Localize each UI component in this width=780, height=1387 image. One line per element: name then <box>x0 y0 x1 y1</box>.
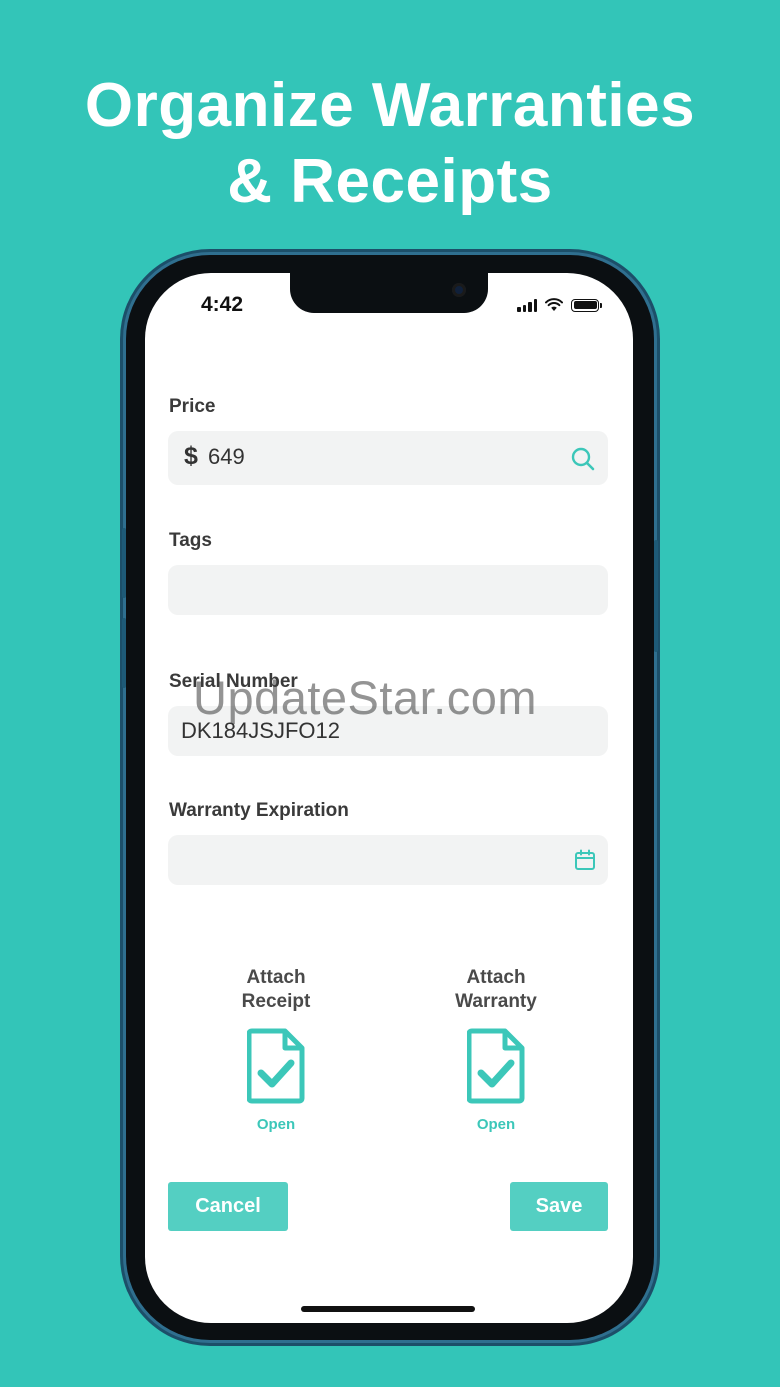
warranty-expiration-field[interactable] <box>168 835 608 885</box>
open-warranty-link[interactable]: Open <box>406 1116 586 1133</box>
headline-line-1: Organize Warranties <box>84 71 696 140</box>
tags-field[interactable] <box>168 565 608 615</box>
document-check-icon[interactable] <box>247 1028 305 1104</box>
price-field[interactable]: $ 649 <box>168 431 608 485</box>
attach-receipt-title-line2: Receipt <box>241 991 311 1012</box>
watermark: UpdateStar.com <box>193 671 538 724</box>
price-value[interactable]: 649 <box>208 444 245 470</box>
attach-warranty-title-line1: Attach <box>466 967 526 988</box>
cellular-signal-icon <box>517 298 537 312</box>
document-check-icon[interactable] <box>467 1028 525 1104</box>
save-button[interactable]: Save <box>510 1182 608 1231</box>
home-indicator[interactable] <box>301 1306 475 1312</box>
search-icon[interactable] <box>570 446 596 472</box>
battery-icon <box>571 298 602 312</box>
price-label: Price <box>169 396 216 417</box>
attach-warranty-title-line2: Warranty <box>455 991 537 1012</box>
phone-power-button <box>654 540 658 652</box>
notch <box>290 273 488 313</box>
status-time: 4:42 <box>201 293 244 316</box>
open-receipt-link[interactable]: Open <box>186 1116 366 1133</box>
headline: Organize Warranties & Receipts <box>0 68 780 220</box>
wifi-icon <box>545 298 563 311</box>
currency-symbol: $ <box>184 442 198 470</box>
attach-receipt[interactable]: Attach Receipt Open <box>186 966 366 1133</box>
attach-receipt-title: Attach Receipt <box>186 966 366 1014</box>
camera-icon <box>452 283 466 297</box>
headline-line-2: & Receipts <box>227 147 553 216</box>
attach-warranty-title: Attach Warranty <box>406 966 586 1014</box>
tags-label: Tags <box>169 530 212 551</box>
status-icons <box>517 297 602 313</box>
phone-side-button <box>122 528 126 598</box>
cancel-button[interactable]: Cancel <box>168 1182 288 1231</box>
attach-warranty[interactable]: Attach Warranty Open <box>406 966 586 1133</box>
phone-side-button <box>122 618 126 688</box>
phone-screen: 4:42 Price $ 649 Tags Serial Number DK18… <box>145 273 633 1323</box>
warranty-expiration-label: Warranty Expiration <box>169 800 349 821</box>
attach-receipt-title-line1: Attach <box>246 967 306 988</box>
calendar-icon[interactable] <box>574 849 596 871</box>
